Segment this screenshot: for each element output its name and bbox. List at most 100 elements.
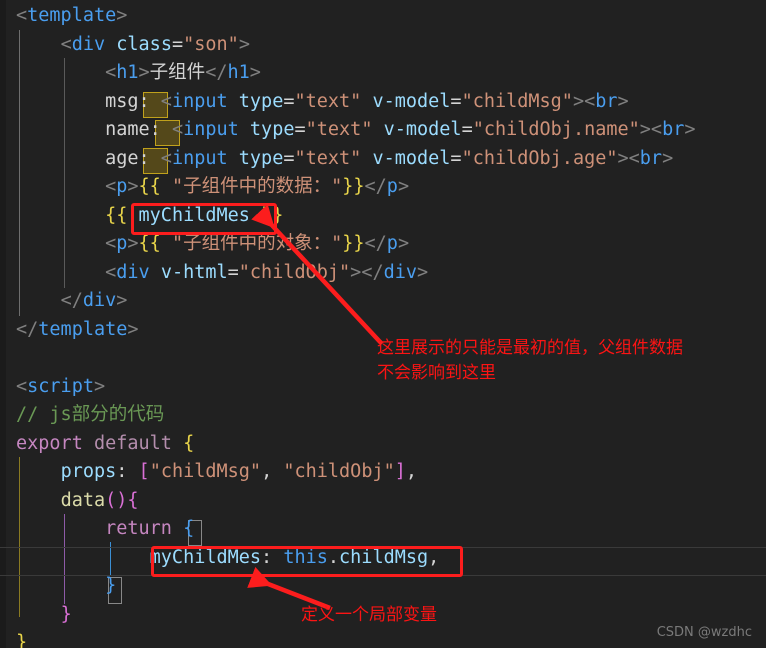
annotation-note-top-line2: 不会影响到这里	[377, 363, 496, 383]
token: "子组件中的对象："	[171, 233, 343, 254]
code-line-16[interactable]: export default {	[16, 430, 194, 459]
token: :	[116, 461, 139, 482]
code-line-1[interactable]: <template>	[16, 2, 127, 31]
token: <	[105, 261, 117, 283]
token: p	[116, 233, 128, 254]
code-line-4[interactable]: msg: <input type="text" v-model="childMs…	[16, 88, 629, 117]
code-line-3[interactable]: <h1>子组件</h1>	[16, 59, 261, 88]
code-line-14[interactable]: <script>	[16, 373, 105, 402]
token: <	[171, 119, 184, 140]
code-line-18[interactable]: data(){	[16, 487, 139, 516]
token: ,	[405, 461, 418, 482]
token: msg:	[16, 90, 161, 112]
token: >	[127, 176, 139, 197]
token: return	[105, 518, 172, 539]
token: 子组件	[149, 62, 206, 83]
token: "childObj"	[283, 461, 395, 482]
token: <	[160, 90, 172, 112]
token: >	[138, 62, 150, 83]
token: age:	[16, 147, 161, 169]
code-line-5[interactable]: name: <input type="text" v-model="childO…	[16, 116, 695, 145]
token: div	[82, 290, 117, 311]
token: v-model	[383, 119, 462, 140]
token: {	[127, 489, 139, 511]
token: "text"	[294, 147, 362, 169]
token: =	[461, 119, 473, 140]
token: }	[16, 632, 28, 648]
token: {{	[105, 204, 128, 226]
token: >	[116, 290, 128, 311]
token: >	[684, 119, 696, 140]
code-line-19[interactable]: return {	[16, 515, 194, 544]
code-line-15[interactable]: // js部分的代码	[16, 401, 164, 430]
token: type	[249, 119, 295, 140]
token: "son"	[183, 33, 239, 55]
token: }}	[342, 176, 365, 197]
annotation-note-top-line1: 这里展示的只能是最初的值，父组件数据	[377, 338, 683, 358]
code-line-17[interactable]: props: ["childMsg", "childObj"],	[16, 458, 417, 487]
code-line-23[interactable]: }	[16, 629, 27, 648]
token: =	[171, 33, 184, 55]
token: script	[27, 375, 94, 397]
token: "childObj.age"	[461, 147, 618, 169]
annotation-rect-template-variable	[131, 203, 277, 235]
token: p	[386, 176, 398, 197]
token: "childObj"	[238, 261, 351, 283]
token: =	[283, 90, 295, 112]
code-line-12[interactable]: </template>	[16, 316, 139, 345]
token: br	[662, 119, 685, 140]
token: template	[27, 5, 117, 26]
token: "childMsg"	[461, 90, 573, 112]
token: v-model	[372, 90, 451, 112]
token: type	[238, 90, 284, 112]
code-line-7[interactable]: <p>{{ "子组件中的数据："}}</p>	[16, 173, 409, 202]
token: <	[650, 119, 663, 140]
code-line-2[interactable]: <div class="son">	[16, 31, 250, 60]
code-line-10[interactable]: <div v-html="childObj"></div>	[16, 259, 428, 288]
token: name:	[16, 119, 172, 140]
token: ()	[105, 489, 128, 511]
watermark: CSDN @wzdhc	[656, 625, 752, 640]
token: class	[116, 33, 172, 55]
token: =	[283, 147, 295, 169]
code-line-21[interactable]: }	[16, 572, 116, 601]
token: </	[205, 62, 228, 83]
annotation-note-bottom: 定义一个局部变量	[301, 605, 437, 625]
token: input	[171, 147, 228, 169]
code-line-11[interactable]: </div>	[16, 287, 128, 316]
token: input	[183, 119, 239, 140]
token: >	[238, 33, 250, 55]
token: >	[116, 5, 128, 26]
token: p	[386, 233, 398, 254]
token: p	[116, 176, 128, 197]
token: // js部分的代码	[16, 404, 165, 425]
token: "子组件中的数据："	[171, 176, 343, 197]
token: >	[397, 233, 410, 254]
token: v-model	[372, 147, 451, 169]
token: >	[417, 261, 429, 283]
token: }	[105, 575, 117, 596]
code-line-22[interactable]: }	[16, 601, 72, 630]
token: </	[364, 176, 387, 197]
token: {	[183, 432, 195, 454]
code-line-6[interactable]: age: <input type="text" v-model="childOb…	[16, 145, 673, 174]
token: >	[249, 62, 261, 83]
token: <	[16, 5, 28, 26]
token: >	[127, 233, 139, 254]
